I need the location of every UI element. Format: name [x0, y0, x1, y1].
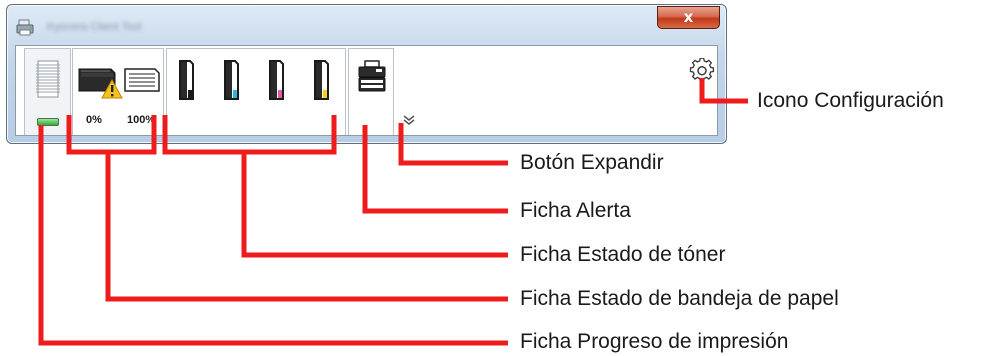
- callout-line-settings: [699, 78, 748, 104]
- callout-line-expand: [398, 123, 508, 166]
- callout-label-alert: Ficha Alerta: [520, 199, 631, 222]
- callout-label-progress: Ficha Progreso de impresión: [520, 330, 789, 353]
- callout-label-settings: Icono Configuración: [757, 89, 944, 112]
- callout-line-alert: [362, 125, 508, 214]
- callout-line-progress: [38, 125, 508, 346]
- callout-line-toner: [162, 115, 508, 258]
- callout-label-paper-tray: Ficha Estado de bandeja de papel: [520, 287, 839, 310]
- callout-label-toner: Ficha Estado de tóner: [520, 243, 726, 266]
- callout-lines: [38, 78, 748, 346]
- callout-label-expand: Botón Expandir: [520, 151, 664, 174]
- callout-line-paper-tray: [66, 115, 508, 302]
